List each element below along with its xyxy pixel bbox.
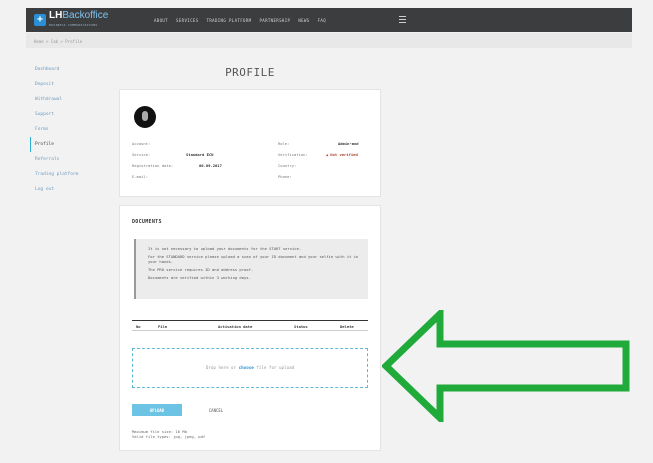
sidebar-item-trading-platform[interactable]: Trading platform (30, 167, 112, 182)
main-nav: ABOUT SERVICES TRADING PLATFORM PARTNERS… (154, 18, 334, 23)
sidebar-item-referrals[interactable]: Referrals (30, 152, 112, 167)
sidebar: Dashboard Deposit Withdrawal Support For… (30, 62, 112, 197)
brand-logo[interactable]: + LHBackoffice BUSINESS COMMUNICATIONS (34, 9, 132, 29)
profile-card: Account: Service: Standard ECN Registrat… (119, 89, 381, 197)
nav-news[interactable]: NEWS (298, 18, 309, 23)
upload-button[interactable]: UPLOAD (132, 404, 182, 416)
brand-tagline: BUSINESS COMMUNICATIONS (49, 22, 98, 27)
nav-trading-platform[interactable]: TRADING PLATFORM (207, 18, 252, 23)
file-dropzone[interactable]: Drop here or choose file for upload (132, 348, 368, 388)
documents-card: DOCUMENTS It is not necessary to upload … (119, 205, 381, 451)
brand-name-suffix: Backoffice (62, 9, 109, 21)
column-activation-date: Activation date (218, 324, 253, 329)
registration-date-value: 06.09.2017 (199, 163, 222, 168)
menu-icon[interactable] (399, 16, 406, 23)
documents-table-header: No File Activation date Status Delete (132, 320, 368, 331)
sidebar-item-profile[interactable]: Profile (30, 137, 112, 152)
warning-icon: ▲ (326, 152, 329, 157)
choose-file-link[interactable]: choose (239, 365, 254, 370)
nav-faq[interactable]: FAQ (318, 18, 326, 23)
column-file: File (158, 324, 168, 329)
sidebar-item-log-out[interactable]: Log out (30, 182, 112, 197)
column-status: Status (294, 324, 308, 329)
service-value: Standard ECN (186, 152, 214, 157)
avatar[interactable] (134, 106, 156, 128)
verification-status: ▲ Not verified (326, 152, 358, 157)
cancel-button[interactable]: CANCEL (202, 404, 230, 416)
nav-services[interactable]: SERVICES (176, 18, 198, 23)
role-value: Admin-mod (338, 141, 359, 146)
documents-title: DOCUMENTS (132, 219, 162, 225)
upload-limits: Maximum file size: 16 Mb Valid file type… (132, 429, 205, 439)
documents-info: It is not necessary to upload your docum… (134, 239, 368, 299)
verification-label: Verification: (278, 152, 308, 157)
registration-date-label: Registration date: (132, 163, 174, 168)
email-label: E-mail: (132, 174, 149, 179)
logo-mark-icon: + (34, 14, 46, 26)
service-label: Service: (132, 152, 151, 157)
top-navbar: + LHBackoffice BUSINESS COMMUNICATIONS A… (26, 8, 632, 32)
info-line: For the STANDARD service please upload a… (148, 254, 359, 264)
valid-file-types: Valid file types: jpg, jpeg, pdf (132, 434, 206, 439)
sidebar-item-deposit[interactable]: Deposit (30, 77, 112, 92)
info-line: The PRO service requires ID and address … (148, 267, 254, 272)
sidebar-item-support[interactable]: Support (30, 107, 112, 122)
role-label: Role: (278, 141, 290, 146)
sidebar-item-withdrawal[interactable]: Withdrawal (30, 92, 112, 107)
brand-name: LH (49, 9, 63, 21)
country-label: Country: (278, 163, 297, 168)
sidebar-item-dashboard[interactable]: Dashboard (30, 62, 112, 77)
column-no: No (136, 324, 141, 329)
breadcrumb: Home > Cab > Profile (26, 33, 632, 48)
nav-partnership[interactable]: PARTNERSHIP (259, 18, 290, 23)
column-delete: Delete (340, 324, 354, 329)
account-label: Account: (132, 141, 151, 146)
page-title: PROFILE (225, 66, 275, 79)
phone-label: Phone: (278, 174, 292, 179)
info-line: Documents are verified within 3 working … (148, 275, 251, 280)
sidebar-item-forms[interactable]: Forms (30, 122, 112, 137)
arrow-left-icon (382, 310, 630, 422)
nav-about[interactable]: ABOUT (154, 18, 168, 23)
info-line: It is not necessary to upload your docum… (148, 246, 302, 251)
